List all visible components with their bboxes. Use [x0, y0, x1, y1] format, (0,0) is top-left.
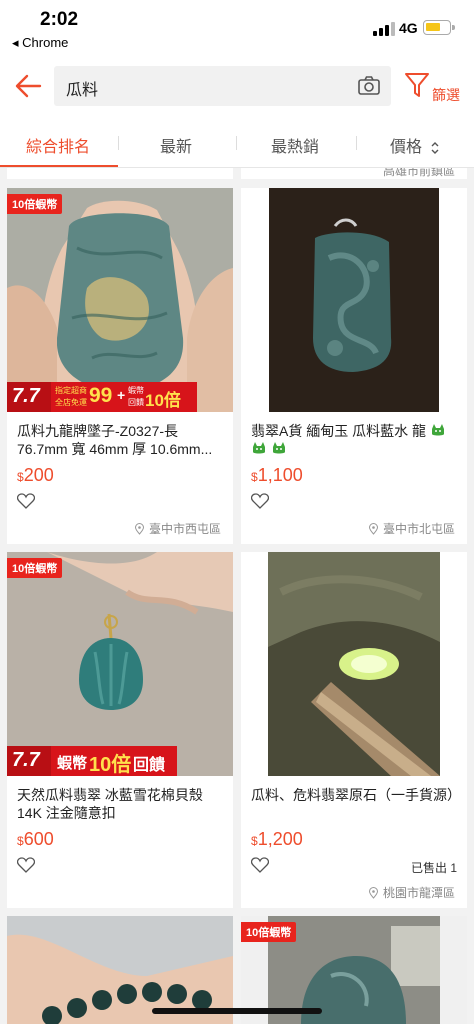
- product-image: [241, 188, 467, 412]
- filter-button[interactable]: 篩選: [432, 85, 460, 105]
- price-value: 1,200: [257, 829, 303, 849]
- heart-icon[interactable]: [251, 493, 269, 509]
- tab-relevance[interactable]: 綜合排名: [26, 133, 90, 157]
- product-title: 翡翠A貨 緬甸玉 瓜料藍水 龍: [251, 422, 456, 458]
- product-title: 天然瓜料翡翠 冰藍雪花棉貝殼 14K 注金隨意扣: [17, 787, 203, 821]
- product-price: $1,100: [251, 465, 303, 486]
- location-text: 臺中市西屯區: [148, 522, 221, 536]
- promo-num: 99: [89, 384, 113, 407]
- partial-card[interactable]: 高雄市前鎮區: [241, 168, 467, 179]
- promo-right2: 回饋: [128, 398, 144, 407]
- promo-text1: 蝦幣: [57, 755, 88, 772]
- promo-big: 7.7: [12, 385, 40, 407]
- sort-arrows-icon: [431, 141, 439, 154]
- product-price: $600: [17, 829, 54, 850]
- signal-icon: [373, 22, 395, 36]
- back-to-chrome-link[interactable]: ◂ Chrome: [12, 35, 68, 51]
- tab-top-sales[interactable]: 最熱銷: [271, 133, 319, 157]
- product-card[interactable]: 7.7 蝦幣 10倍 回饋 10倍蝦幣 天然瓜料翡翠 冰藍雪花棉貝殼 14K 注…: [7, 552, 233, 908]
- product-price: $1,200: [251, 829, 303, 850]
- product-location: 臺中市北屯區: [368, 520, 455, 537]
- promo-plus: +: [117, 387, 126, 403]
- product-price: $200: [17, 465, 54, 486]
- promo-right1: 蝦幣: [128, 386, 144, 395]
- dragon-emoji-icon: [272, 442, 285, 454]
- promo-line2: 全店免運: [55, 398, 87, 407]
- location-text: 桃園市龍潭區: [382, 886, 455, 900]
- coin-badge: 10倍蝦幣: [7, 558, 63, 578]
- back-arrow-icon[interactable]: [14, 70, 42, 102]
- heart-icon[interactable]: [17, 493, 35, 509]
- promo-right-big: 10倍: [145, 391, 181, 410]
- camera-icon[interactable]: [357, 75, 381, 97]
- status-bar: 2:02 ◂ Chrome 4G: [0, 0, 474, 58]
- heart-icon[interactable]: [251, 857, 269, 873]
- promo-text2: 10倍: [89, 754, 132, 776]
- promo-line1: 指定超商: [55, 386, 87, 395]
- location-pin-icon: [368, 523, 378, 535]
- product-image: 7.7 蝦幣 10倍 回饋: [7, 552, 233, 776]
- product-location: 臺中市西屯區: [134, 520, 221, 537]
- location-pin-icon: [134, 523, 144, 535]
- tab-latest[interactable]: 最新: [160, 133, 192, 157]
- coin-badge: 10倍蝦幣: [7, 194, 63, 214]
- sort-tabs: 綜合排名 最新 最熱銷 價格: [0, 120, 474, 168]
- product-title-text: 翡翠A貨 緬甸玉 瓜料藍水 龍: [251, 423, 427, 439]
- promo-banner: 7.7 指定超商 全店免運 99 + 蝦幣 回饋 10倍: [7, 382, 197, 412]
- active-tab-indicator: [0, 165, 118, 167]
- currency: $: [17, 470, 24, 484]
- tab-divider: [356, 136, 357, 150]
- promo-text3: 回饋: [133, 757, 166, 774]
- sold-count: 已售出 1: [410, 861, 457, 875]
- home-indicator[interactable]: [152, 1008, 322, 1014]
- product-card[interactable]: 瓜料、危料翡翠原石（一手貨源） $1,200 已售出 1 桃園市龍潭區: [241, 552, 467, 908]
- currency: $: [17, 834, 24, 848]
- currency: $: [251, 470, 258, 484]
- currency: $: [251, 834, 258, 848]
- product-image: 7.7 指定超商 全店免運 99 + 蝦幣 回饋 10倍: [7, 188, 233, 412]
- price-value: 1,100: [257, 465, 303, 485]
- tab-divider: [118, 136, 119, 150]
- tab-price-label: 價格: [390, 139, 423, 156]
- product-card[interactable]: 翡翠A貨 緬甸玉 瓜料藍水 龍 $1,100 臺中市北屯區: [241, 188, 467, 544]
- location-pin-icon: [368, 887, 378, 899]
- tab-price[interactable]: 價格: [390, 133, 440, 157]
- dragon-emoji-icon: [431, 424, 444, 436]
- battery-icon: [423, 20, 455, 35]
- product-title: 瓜料九龍牌墜子-Z0327-長 76.7mm 寬 46mm 厚 10.6mm..…: [17, 423, 213, 457]
- search-query: 瓜料: [66, 82, 99, 99]
- price-value: 600: [23, 829, 54, 849]
- dragon-emoji-icon: [253, 442, 265, 454]
- product-title: 瓜料、危料翡翠原石（一手貨源）: [251, 787, 456, 803]
- search-input[interactable]: 瓜料: [54, 66, 391, 106]
- product-location: 桃園市龍潭區: [368, 884, 455, 901]
- filter-icon[interactable]: [404, 70, 430, 100]
- promo-banner: 7.7 蝦幣 10倍 回饋: [7, 746, 177, 776]
- product-image: [241, 552, 467, 776]
- search-header: 瓜料 篩選: [0, 58, 474, 120]
- partial-card[interactable]: [7, 168, 233, 179]
- coin-badge: 10倍蝦幣: [241, 922, 297, 942]
- promo-big: 7.7: [12, 749, 40, 771]
- heart-icon[interactable]: [17, 857, 35, 873]
- price-value: 200: [23, 465, 54, 485]
- tab-divider: [236, 136, 237, 150]
- clock: 2:02: [40, 9, 79, 30]
- location-text: 臺中市北屯區: [382, 522, 455, 536]
- network-type: 4G: [399, 20, 418, 36]
- product-card[interactable]: 7.7 指定超商 全店免運 99 + 蝦幣 回饋 10倍 10倍蝦幣 瓜料九龍牌…: [7, 188, 233, 544]
- product-location: 高雄市前鎮區: [382, 168, 455, 178]
